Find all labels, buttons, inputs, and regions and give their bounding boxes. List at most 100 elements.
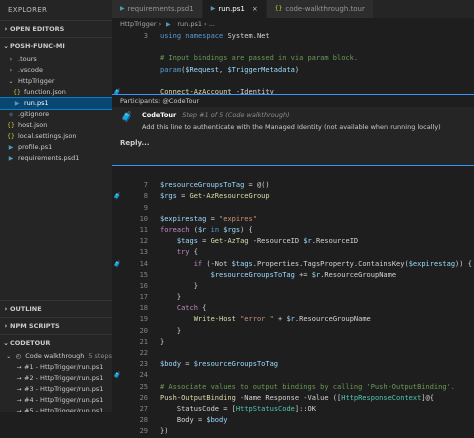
code-text: Push-OutputBinding -Name Response -Value… bbox=[160, 393, 434, 402]
step-arrow-icon: → bbox=[16, 386, 22, 393]
tour-step-item[interactable]: → #2 - HttpTrigger/run.ps1 bbox=[0, 373, 112, 384]
line-number: 27 bbox=[139, 404, 148, 413]
codetour-avatar-icon: 🧳 bbox=[120, 112, 134, 123]
open-editors-label: OPEN EDITORS bbox=[10, 25, 65, 33]
chevron-right-icon: › bbox=[4, 322, 8, 330]
file-item[interactable]: ▶ run.ps1 bbox=[0, 97, 112, 110]
code-line: 🧳 8 $rgs = Get-AzResourceGroup bbox=[112, 191, 474, 202]
file-item[interactable]: ▶ requirements.psd1 bbox=[0, 153, 112, 164]
code-text: Catch { bbox=[176, 304, 207, 313]
tab-label: code-walkthrough.tour bbox=[285, 5, 365, 13]
npm-scripts-label: NPM SCRIPTS bbox=[10, 322, 60, 330]
explorer-header: EXPLORER bbox=[8, 6, 48, 14]
tab-label: run.ps1 bbox=[218, 5, 245, 13]
tour-step-item[interactable]: → #4 - HttpTrigger/run.ps1 bbox=[0, 395, 112, 406]
codetour-marker-icon[interactable]: 🧳 bbox=[112, 370, 122, 381]
tour-step-item[interactable]: → #1 - HttpTrigger/run.ps1 bbox=[0, 362, 112, 373]
line-number: 17 bbox=[139, 293, 148, 302]
gutter bbox=[112, 382, 122, 393]
npm-scripts-section[interactable]: › NPM SCRIPTS bbox=[0, 317, 112, 334]
gutter bbox=[112, 426, 122, 437]
tour-item[interactable]: ⌄ ◴ Code walkthrough 5 steps bbox=[0, 351, 112, 362]
editor-tab[interactable]: ▶ run.ps1 × bbox=[202, 0, 267, 18]
chevron-right-icon: › bbox=[9, 67, 13, 74]
tour-steps-list: → #1 - HttpTrigger/run.ps1 → #2 - HttpTrigg… bbox=[0, 362, 112, 412]
code-line: 18 Catch { bbox=[112, 303, 474, 314]
tour-step-label: #3 - HttpTrigger/run.ps1 bbox=[24, 385, 104, 393]
file-label: .tours bbox=[18, 55, 37, 63]
file-label: local.settings.json bbox=[18, 132, 77, 140]
code-text: }) bbox=[160, 427, 169, 436]
outline-label: OUTLINE bbox=[10, 305, 42, 313]
code-line bbox=[112, 42, 474, 53]
code-text: $body = $resourceGroupsToTag bbox=[160, 360, 279, 369]
code-line: 26 Push-OutputBinding -Name Response -Val… bbox=[112, 393, 474, 404]
code-text: $resourceGroupsToTag = @() bbox=[160, 181, 270, 190]
file-item[interactable]: ◆ .gitignore bbox=[0, 109, 112, 120]
code-text: } bbox=[160, 337, 165, 346]
tour-step-item[interactable]: → #5 - HttpTrigger/run.ps1 bbox=[0, 406, 112, 412]
editor-tab[interactable]: ▶ requirements.psd1 bbox=[112, 0, 203, 18]
code-text: $tags = Get-AzTag -ResourceID $r.Resourc… bbox=[176, 237, 359, 246]
gutter bbox=[112, 270, 122, 281]
breadcrumb-file[interactable]: run.ps1 bbox=[177, 20, 202, 28]
gutter bbox=[112, 76, 122, 87]
code-text: StatusCode = [HttpStatusCode]::OK bbox=[176, 404, 316, 413]
codetour-marker-icon[interactable]: 🧳 bbox=[112, 191, 122, 202]
code-text: # Input bindings are passed in via param… bbox=[160, 54, 359, 63]
file-item[interactable]: {} host.json bbox=[0, 120, 112, 131]
codetour-label: CODETOUR bbox=[10, 339, 51, 347]
tour-step-item[interactable]: → #3 - HttpTrigger/run.ps1 bbox=[0, 384, 112, 395]
code-line: 🧳 14 if (-Not $tags.Properties.TagsProper… bbox=[112, 259, 474, 270]
codetour-section[interactable]: ⌄ CODETOUR bbox=[0, 334, 112, 351]
editor-tab[interactable]: {} code-walkthrough.tour bbox=[266, 0, 374, 18]
step-arrow-icon: → bbox=[16, 375, 22, 382]
codetour-marker-icon[interactable]: 🧳 bbox=[112, 259, 122, 270]
tour-step-label: #4 - HttpTrigger/run.ps1 bbox=[24, 396, 104, 404]
code-view-top[interactable]: 3 using namespace System.Net # Input bindi… bbox=[112, 31, 474, 98]
line-number bbox=[122, 76, 160, 87]
chevron-down-icon: ⌄ bbox=[3, 42, 9, 50]
code-line bbox=[112, 169, 474, 180]
code-view-bottom[interactable]: 7 $resourceGroupsToTag = @() 🧳 8 $rgs = Get-… bbox=[112, 169, 474, 438]
file-item[interactable]: › .vscode bbox=[0, 65, 112, 76]
file-item[interactable]: {} function.json bbox=[0, 87, 112, 98]
tour-steps-count: 5 steps bbox=[88, 352, 112, 360]
line-number: 12 bbox=[139, 237, 148, 246]
code-line: 13 try { bbox=[112, 247, 474, 258]
gutter bbox=[112, 203, 122, 214]
close-icon[interactable]: × bbox=[252, 0, 258, 18]
line-number: 15 bbox=[139, 270, 148, 279]
code-line: 17 } bbox=[112, 292, 474, 303]
line-number: 13 bbox=[139, 248, 148, 257]
project-section[interactable]: ⌄ POSH-FUNC-MI bbox=[0, 37, 112, 54]
outline-section[interactable]: › OUTLINE bbox=[0, 300, 112, 317]
gutter bbox=[112, 53, 122, 64]
line-number: 7 bbox=[143, 181, 148, 190]
code-line: 10 $expirestag = "expires" bbox=[112, 214, 474, 225]
explorer-sidebar: EXPLORER › OPEN EDITORS ⌄ POSH-FUNC-MI ›… bbox=[0, 0, 112, 412]
file-item[interactable]: ▶ profile.ps1 bbox=[0, 142, 112, 153]
file-item[interactable]: ⌄ HttpTrigger bbox=[0, 76, 112, 87]
open-editors-section[interactable]: › OPEN EDITORS bbox=[0, 20, 112, 37]
file-item[interactable]: {} local.settings.json bbox=[0, 131, 112, 142]
line-number bbox=[122, 53, 160, 64]
file-tree: › .tours › .vscode ⌄ HttpTrigger{} function.js… bbox=[0, 54, 112, 164]
file-label: requirements.psd1 bbox=[18, 154, 80, 162]
project-label: POSH-FUNC-MI bbox=[10, 42, 65, 50]
code-line: # Input bindings are passed in via param… bbox=[112, 53, 474, 64]
code-text: param($Request, $TriggerMetadata) bbox=[160, 65, 300, 74]
breadcrumb-folder[interactable]: HttpTrigger bbox=[120, 20, 157, 28]
code-line: 21} bbox=[112, 337, 474, 348]
gutter bbox=[112, 348, 122, 359]
line-number: 16 bbox=[139, 281, 148, 290]
comment-author: CodeTour bbox=[142, 111, 177, 119]
breadcrumb-more[interactable]: ... bbox=[209, 20, 215, 28]
code-text: using namespace System.Net bbox=[160, 32, 270, 40]
line-number: 24 bbox=[139, 371, 148, 380]
gutter bbox=[112, 314, 122, 325]
line-number bbox=[122, 169, 160, 180]
file-item[interactable]: › .tours bbox=[0, 54, 112, 65]
line-number: 9 bbox=[143, 203, 148, 212]
reply-button[interactable]: Reply... bbox=[120, 139, 466, 147]
